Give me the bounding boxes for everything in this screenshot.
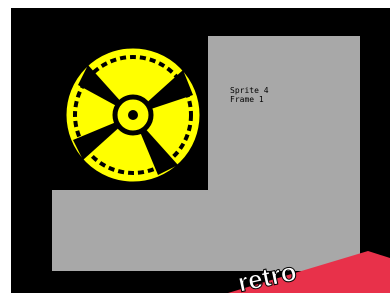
sprite-label: Sprite 4 bbox=[230, 86, 269, 95]
sprite-panel-base bbox=[52, 190, 360, 271]
sprite-panel bbox=[208, 36, 360, 197]
sprite-info: Sprite 4 Frame 1 bbox=[230, 86, 269, 104]
spinning-disc-sprite bbox=[63, 45, 203, 185]
disc-hub-center bbox=[128, 110, 138, 120]
game-screenshot: Sprite 4 Frame 1 retro bbox=[0, 0, 390, 293]
frame-label: Frame 1 bbox=[230, 95, 264, 104]
